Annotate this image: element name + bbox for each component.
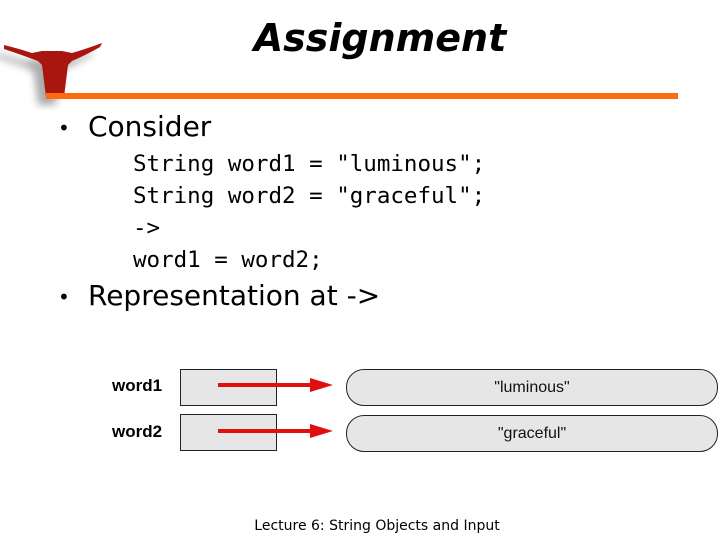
bullet-marker: • [58,285,70,309]
reference-arrow-icon [218,378,333,392]
string-object-graceful: "graceful" [346,415,718,452]
bullet-representation: • Representation at -> [58,279,380,312]
variable-label-word2: word2 [112,422,163,441]
code-block: String word1 = "luminous"; String word2 =… [133,148,485,276]
slide-footer: Lecture 6: String Objects and Input [254,518,500,534]
bullet-text: Consider [88,110,212,143]
bullet-marker: • [58,116,70,140]
slide-title: Assignment [253,16,507,60]
title-underline [46,93,678,99]
bullet-consider: • Consider [58,110,211,143]
string-object-luminous: "luminous" [346,369,718,406]
code-line: String word1 = "luminous"; [133,151,486,177]
code-line: word1 = word2; [133,247,323,273]
reference-arrow-icon [218,424,333,438]
variable-label-word1: word1 [112,376,163,395]
bullet-text: Representation at -> [88,279,381,312]
code-line: -> [133,215,161,241]
code-line: String word2 = "graceful"; [133,183,486,209]
